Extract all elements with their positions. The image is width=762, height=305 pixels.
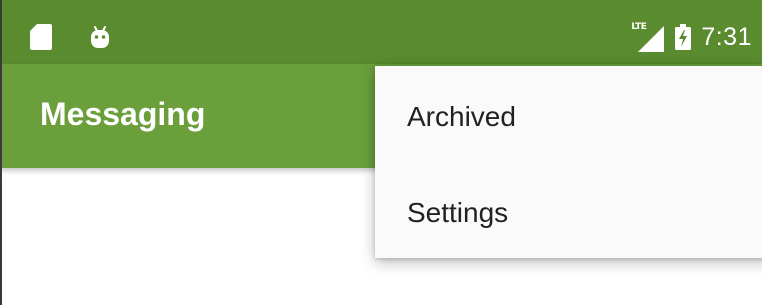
screen-edge: [0, 0, 2, 305]
battery-charging-icon: [675, 24, 692, 50]
status-bar: LTE 7:31: [0, 0, 762, 64]
system-icons: LTE 7:31: [631, 22, 752, 52]
notification-icons: [30, 24, 112, 50]
menu-item-archived[interactable]: Archived: [375, 66, 762, 162]
clock: 7:31: [701, 22, 752, 51]
messaging-screen: LTE 7:31 Messaging Archived Settings: [0, 0, 762, 305]
lte-signal-icon: LTE: [631, 22, 665, 52]
app-title: Messaging: [40, 96, 206, 132]
sd-card-icon: [30, 24, 52, 50]
overflow-menu: Archived Settings: [375, 66, 762, 258]
menu-item-label: Settings: [407, 197, 509, 228]
menu-item-label: Archived: [407, 101, 516, 132]
menu-item-settings[interactable]: Settings: [375, 162, 762, 258]
android-icon: [91, 26, 109, 48]
